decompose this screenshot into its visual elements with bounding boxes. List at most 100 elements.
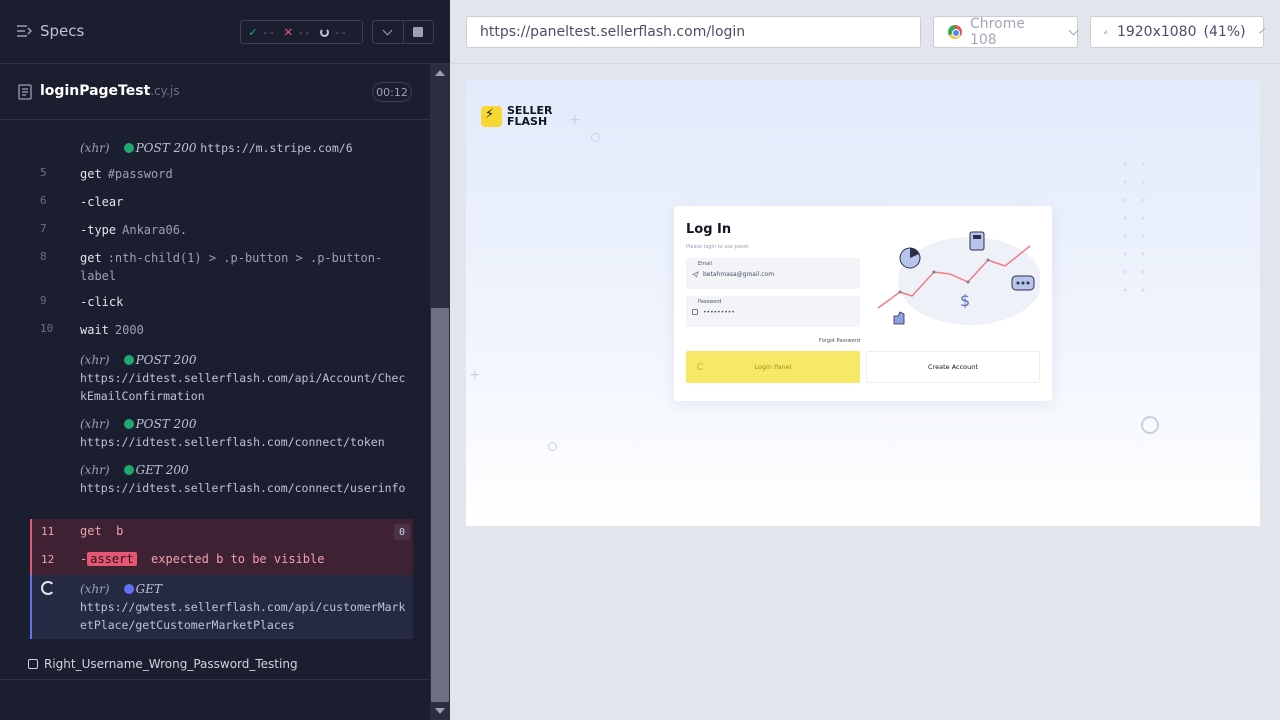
decoration-circle xyxy=(548,442,557,451)
command-arg: Ankara06. xyxy=(122,223,188,237)
create-account-button[interactable]: Create Account xyxy=(866,351,1040,383)
spec-title[interactable]: loginPageTest.cy.js xyxy=(40,83,179,99)
chevron-down-icon xyxy=(382,25,393,35)
command-name: -click xyxy=(80,295,124,309)
loading-spinner-icon xyxy=(697,363,704,370)
decoration-circle xyxy=(591,133,600,142)
specs-label: Specs xyxy=(40,22,85,40)
specs-button[interactable]: Specs xyxy=(16,22,84,40)
command-row[interactable]: 6 -clear xyxy=(30,193,413,219)
command-arg: #password xyxy=(107,167,173,181)
xhr-method: POST 200 xyxy=(135,353,197,367)
status-dot-icon xyxy=(123,143,134,153)
pending-count: -- xyxy=(333,25,348,39)
xhr-url: https://idtest.sellerflash.com/connect/u… xyxy=(80,481,406,495)
seller-flash-logo[interactable]: SELLER FLASH xyxy=(481,105,552,127)
stop-icon xyxy=(413,27,424,37)
command-row-assert-failed[interactable]: 12 - assert expected b to be visible xyxy=(32,547,415,575)
command-log-xhr[interactable]: (xhr) GET 200 https://idtest.sellerflash.… xyxy=(30,461,413,517)
passed-count: -- xyxy=(261,25,276,39)
decoration-dot-grid xyxy=(1116,155,1156,305)
command-row[interactable]: 5 get #password xyxy=(30,165,413,191)
file-icon xyxy=(18,84,32,100)
reporter-scrollbar[interactable] xyxy=(430,64,450,720)
lightning-icon xyxy=(481,105,502,127)
test-stats: ✓ -- ✕ -- -- xyxy=(240,20,363,44)
status-dot-icon xyxy=(123,419,134,429)
login-panel-button[interactable]: Login Panel xyxy=(686,351,860,383)
command-row[interactable]: 9 -click xyxy=(30,293,413,319)
command-log-xhr[interactable]: (xhr) POST 200 https://idtest.sellerflash… xyxy=(30,351,413,407)
decoration-plus-icon: + xyxy=(569,112,581,128)
run-controls xyxy=(372,20,434,44)
pending-xhr[interactable]: (xhr) GET https://gwtest.sellerflash.com/… xyxy=(30,575,413,639)
command-name: get xyxy=(80,167,102,181)
options-dropdown-button[interactable] xyxy=(373,21,404,43)
command-arg: :nth-child(1) > .p-button > .p-button-la… xyxy=(80,251,383,283)
command-row-get-failed[interactable]: 11 get b 0 xyxy=(32,519,415,547)
command-name: -clear xyxy=(80,195,124,209)
scroll-thumb[interactable] xyxy=(431,308,449,702)
command-arg: b xyxy=(116,524,124,538)
app-under-test-pane: https://paneltest.sellerflash.com/login … xyxy=(450,0,1280,720)
xhr-tag: (xhr) xyxy=(80,141,110,155)
command-number: 10 xyxy=(40,322,54,335)
pending-icon xyxy=(319,27,329,37)
aut-url-bar[interactable]: https://paneltest.sellerflash.com/login xyxy=(466,16,921,48)
scroll-down-arrow-icon[interactable] xyxy=(435,708,445,714)
command-arg: 2000 xyxy=(114,323,144,337)
login-title: Log In xyxy=(686,222,732,237)
email-field[interactable]: Email betahmasa@gmail.com xyxy=(686,258,860,289)
command-number: 11 xyxy=(41,525,55,538)
command-row[interactable]: 8 get:nth-child(1) > .p-button > .p-butt… xyxy=(30,249,413,289)
forgot-password-link[interactable]: Forgot Password xyxy=(819,338,860,344)
svg-text:$: $ xyxy=(960,291,970,310)
xhr-url: https://gwtest.sellerflash.com/api/custo… xyxy=(80,600,406,632)
passed-stat: ✓ -- xyxy=(241,25,275,40)
xhr-method: GET 200 xyxy=(135,463,189,477)
failed-stat: ✕ -- xyxy=(275,24,311,40)
scroll-up-arrow-icon[interactable] xyxy=(435,70,445,76)
command-name: wait xyxy=(80,323,109,337)
xhr-method: POST 200 xyxy=(135,141,197,155)
specs-list-icon xyxy=(17,25,32,37)
element-count-badge: 0 xyxy=(394,524,410,540)
command-row[interactable]: 10 wait 2000 xyxy=(30,321,413,347)
stop-button[interactable] xyxy=(404,21,434,43)
xhr-method: GET xyxy=(135,582,162,596)
assert-message: expected b to be visible xyxy=(151,552,325,566)
xhr-tag: (xhr) xyxy=(80,353,110,367)
command-row[interactable]: 7 -type Ankara06. xyxy=(30,221,413,247)
login-button-label: Login Panel xyxy=(754,363,792,371)
browser-selector[interactable]: Chrome 108 xyxy=(933,16,1079,48)
status-dot-icon xyxy=(123,465,134,475)
spec-extension: .cy.js xyxy=(150,84,180,98)
email-label: Email xyxy=(698,261,712,267)
command-name: -type xyxy=(80,223,117,237)
ruler-icon xyxy=(1104,30,1108,34)
send-icon xyxy=(692,271,699,278)
xhr-tag: (xhr) xyxy=(80,463,110,477)
status-dot-icon xyxy=(123,355,134,365)
password-label: Password xyxy=(698,299,722,305)
command-log-xhr[interactable]: (xhr) POST 200 https://idtest.sellerflash… xyxy=(30,415,413,455)
analytics-illustration: $ xyxy=(877,231,1040,325)
email-value: betahmasa@gmail.com xyxy=(703,271,775,278)
xhr-url: https://m.stripe.com/6 xyxy=(200,141,353,155)
chevron-down-icon xyxy=(1258,26,1266,34)
divider xyxy=(450,63,1280,64)
cypress-reporter: Specs ✓ -- ✕ -- -- loginPageTest.cy.js 00:… xyxy=(0,0,450,720)
viewport-selector[interactable]: 1920x1080 (41%) xyxy=(1090,16,1266,48)
test-status-icon xyxy=(28,659,38,669)
chrome-icon xyxy=(948,25,962,39)
x-icon: ✕ xyxy=(284,24,293,40)
password-field[interactable]: Password ••••••••• xyxy=(686,296,860,327)
viewport-size: 1920x1080 xyxy=(1116,24,1197,40)
logo-text: SELLER FLASH xyxy=(507,104,553,128)
test-item[interactable]: Right_Username_Wrong_Password_Testing xyxy=(28,657,298,671)
login-card: Log In Please login to use panel. Email … xyxy=(674,206,1052,401)
command-name: get xyxy=(80,524,102,538)
command-name: get xyxy=(80,251,102,265)
browser-label: Chrome 108 xyxy=(969,16,1025,48)
duration-badge: 00:12 xyxy=(372,82,412,102)
